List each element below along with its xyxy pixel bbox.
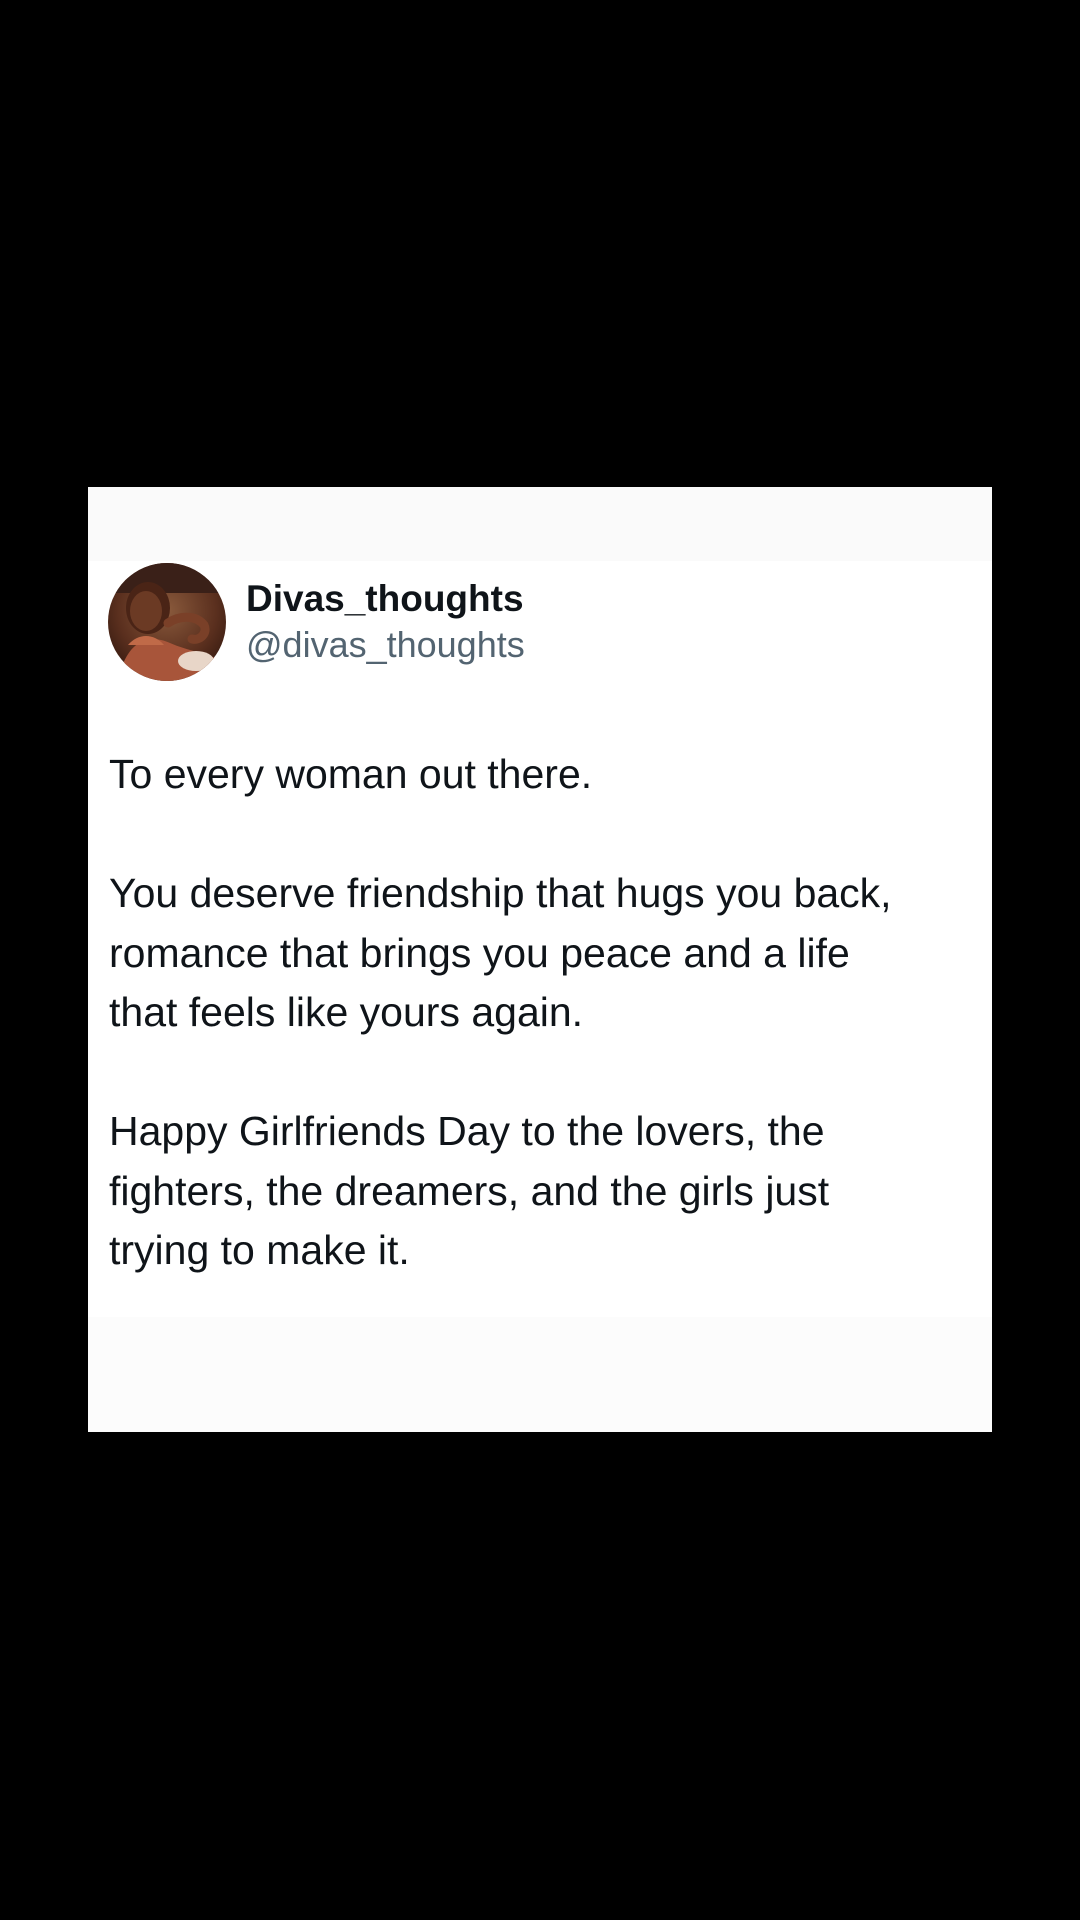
author-display-name[interactable]: Divas_thoughts <box>246 576 525 622</box>
post-paragraph-2: You deserve friendship that hugs you bac… <box>109 870 892 1035</box>
avatar[interactable] <box>108 563 226 681</box>
post-header: Divas_thoughts @divas_thoughts <box>108 563 525 681</box>
post-paragraph-1: To every woman out there. <box>109 751 593 797</box>
screen: { "post": { "author": { "display_name": … <box>0 0 1080 1920</box>
card-bottom-band <box>88 1317 992 1432</box>
post-card: Divas_thoughts @divas_thoughts To every … <box>88 487 992 1432</box>
profile-photo-icon <box>108 563 226 681</box>
author-names: Divas_thoughts @divas_thoughts <box>246 576 525 668</box>
post-paragraph-3: Happy Girlfriends Day to the lovers, the… <box>109 1108 830 1273</box>
card-top-band <box>88 487 992 561</box>
post-text: To every woman out there. You deserve fr… <box>109 745 979 1281</box>
author-handle[interactable]: @divas_thoughts <box>246 622 525 668</box>
